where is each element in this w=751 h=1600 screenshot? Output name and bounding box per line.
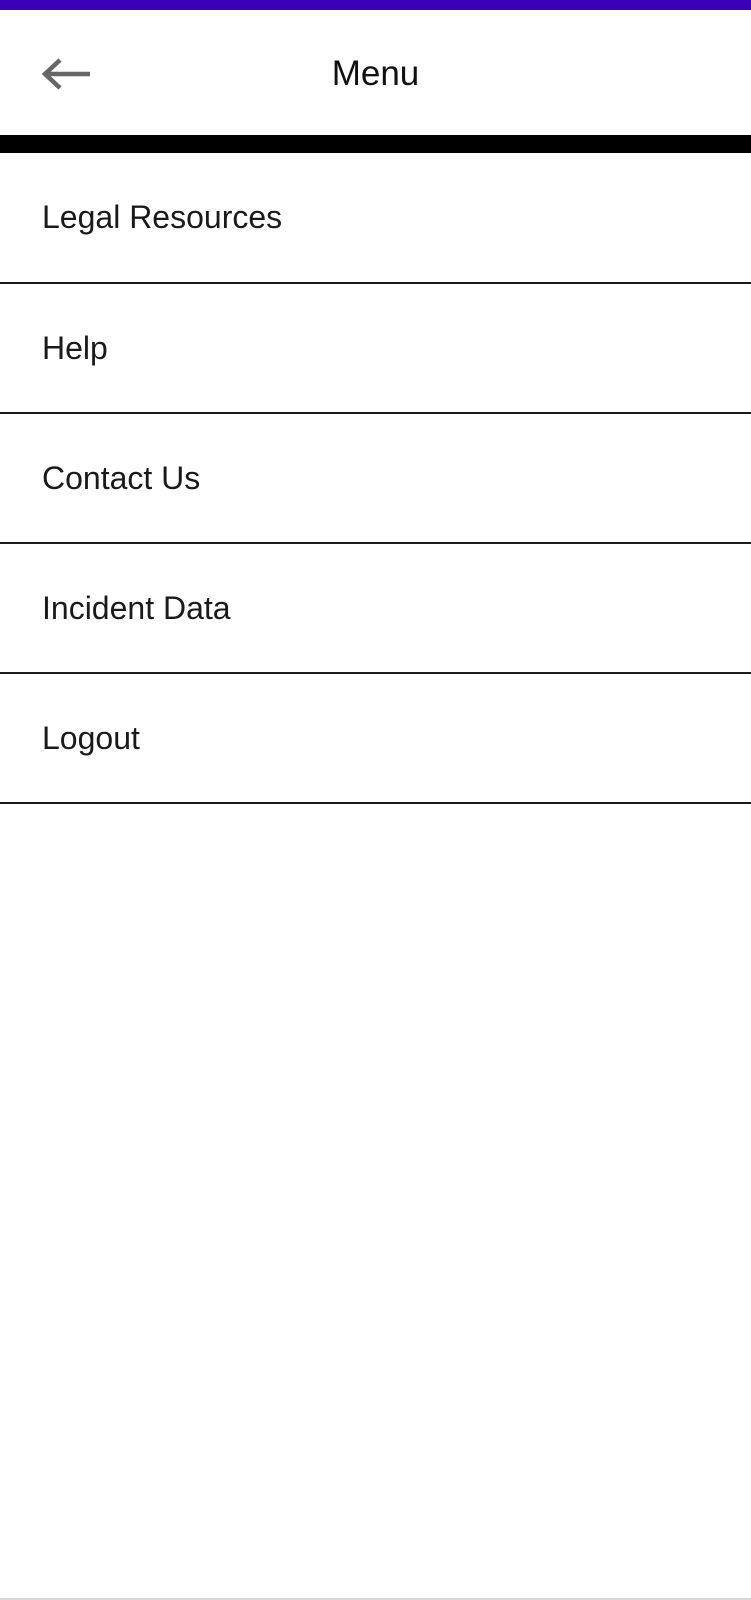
menu-list: Legal Resources Help Contact Us Incident… <box>0 153 751 804</box>
menu-item-label: Contact Us <box>42 459 201 496</box>
menu-item-incident-data[interactable]: Incident Data <box>0 544 751 674</box>
menu-item-label: Incident Data <box>42 589 231 626</box>
app-bar: Menu <box>0 10 751 135</box>
menu-item-logout[interactable]: Logout <box>0 674 751 804</box>
menu-item-label: Logout <box>42 719 140 756</box>
menu-item-help[interactable]: Help <box>0 284 751 414</box>
page-title: Menu <box>331 54 420 93</box>
menu-item-label: Legal Resources <box>42 199 283 235</box>
app-bar-divider <box>0 135 751 153</box>
menu-item-legal-resources[interactable]: Legal Resources <box>0 153 751 284</box>
menu-item-label: Help <box>42 329 108 366</box>
status-bar <box>0 0 751 10</box>
menu-item-contact-us[interactable]: Contact Us <box>0 414 751 544</box>
